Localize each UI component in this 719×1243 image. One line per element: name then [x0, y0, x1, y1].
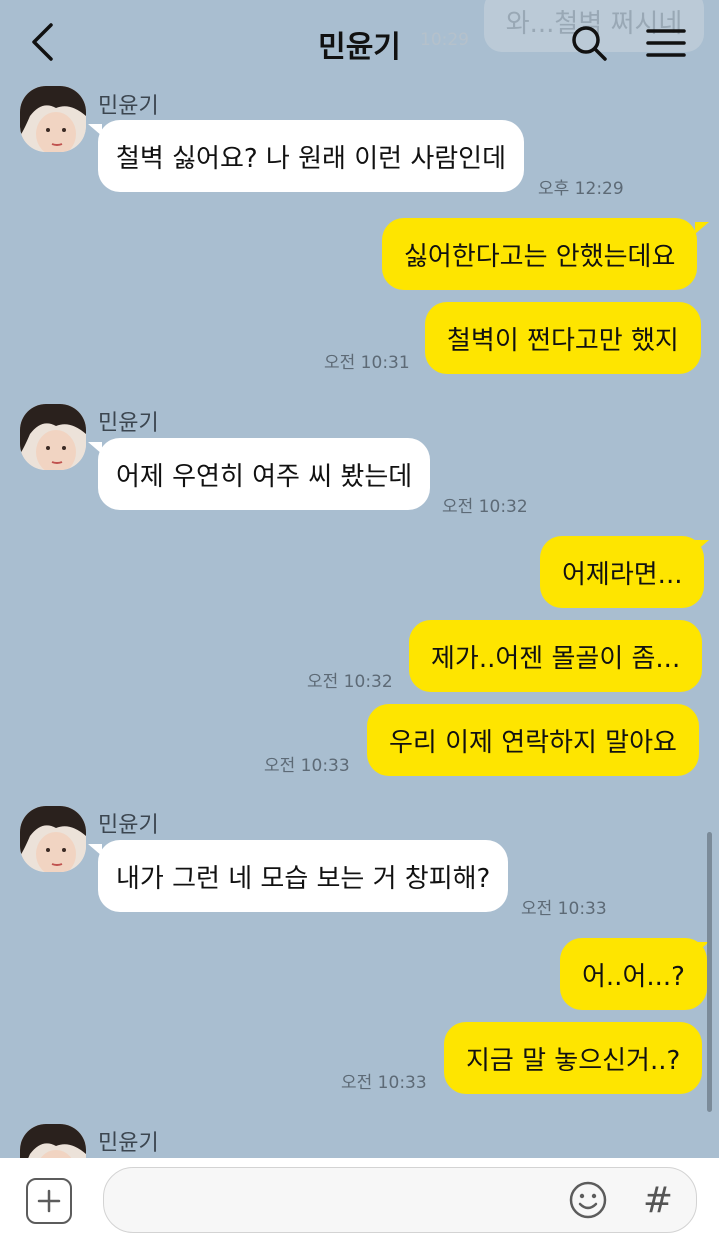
message-time: 오전 10:32 [442, 497, 528, 517]
incoming-message-bubble[interactable]: 철벽 싫어요? 나 원래 이런 사람인데 [98, 120, 525, 192]
chat-screen: 와...철벽 쩌시네 10:29 민윤기 민윤기 철벽 싫어요? 나 원래 이런… [0, 0, 719, 1243]
message-text: 내가 그런 네 모습 보는 거 창피해? [116, 863, 491, 894]
sender-name: 민윤기 [98, 411, 159, 436]
message-text: 지금 말 놓으신거..? [466, 1045, 681, 1076]
outgoing-message-bubble[interactable]: 제가..어젠 몰골이 좀... [409, 620, 703, 692]
outgoing-message-bubble[interactable]: 지금 말 놓으신거..? [444, 1022, 703, 1094]
message-text: 어제 우연히 여주 씨 봤는데 [116, 461, 413, 492]
message-field-wrap: # [103, 1167, 697, 1233]
back-button[interactable] [20, 18, 64, 66]
message-time: 오전 10:33 [264, 756, 350, 776]
outgoing-message-bubble[interactable]: 우리 이제 연락하지 말아요 [367, 704, 699, 776]
message-time: 오전 10:31 [324, 353, 410, 373]
sender-name: 민윤기 [98, 94, 159, 119]
outgoing-message-bubble[interactable]: 철벽이 쩐다고만 했지 [425, 302, 701, 374]
message-text: 제가..어젠 몰골이 좀... [431, 643, 681, 674]
sender-name: 민윤기 [98, 813, 159, 838]
message-input-bar: # [0, 1158, 719, 1243]
search-button[interactable] [566, 20, 612, 66]
bubble-tail [695, 222, 709, 234]
profile-photo [20, 404, 86, 470]
outgoing-message-bubble[interactable]: 어..어...? [560, 938, 707, 1010]
bubble-tail [695, 540, 709, 552]
message-text: 철벽 싫어요? 나 원래 이런 사람인데 [116, 143, 507, 174]
hash-icon: # [642, 1179, 674, 1221]
message-input[interactable] [126, 1180, 560, 1222]
message-text: 철벽이 쩐다고만 했지 [447, 325, 679, 356]
chevron-left-icon [32, 23, 53, 61]
message-text: 싫어한다고는 안했는데요 [404, 241, 676, 272]
outgoing-message-bubble[interactable]: 싫어한다고는 안했는데요 [382, 218, 698, 290]
avatar[interactable] [20, 806, 86, 872]
message-text: 우리 이제 연락하지 말아요 [389, 727, 677, 758]
search-icon [572, 26, 607, 61]
plus-icon [37, 1189, 61, 1213]
profile-photo [20, 86, 86, 152]
smiley-icon [569, 1181, 607, 1219]
hashtag-search-button[interactable]: # [636, 1178, 680, 1222]
incoming-message-bubble[interactable]: 내가 그런 네 모습 보는 거 창피해? [98, 840, 509, 912]
message-text: 어..어...? [582, 961, 685, 992]
incoming-message-bubble[interactable]: 어제 우연히 여주 씨 봤는데 [98, 438, 431, 510]
hamburger-menu-icon [646, 29, 686, 57]
sender-name: 민윤기 [98, 1131, 159, 1156]
avatar[interactable] [20, 86, 86, 152]
message-text: 어제라면... [562, 559, 683, 590]
menu-button[interactable] [643, 22, 689, 64]
message-time: 오후 12:29 [538, 179, 624, 199]
avatar[interactable] [20, 404, 86, 470]
profile-photo [20, 806, 86, 872]
attach-button[interactable] [26, 1178, 72, 1224]
outgoing-message-bubble[interactable]: 어제라면... [540, 536, 705, 608]
chat-title: 민윤기 [318, 30, 401, 65]
message-time: 오전 10:33 [521, 899, 607, 919]
message-time: 오전 10:32 [307, 672, 393, 692]
emoji-button[interactable] [566, 1178, 610, 1222]
message-time: 오전 10:33 [341, 1073, 427, 1093]
scrollbar[interactable] [707, 832, 712, 1112]
chat-header: 민윤기 [0, 0, 719, 86]
